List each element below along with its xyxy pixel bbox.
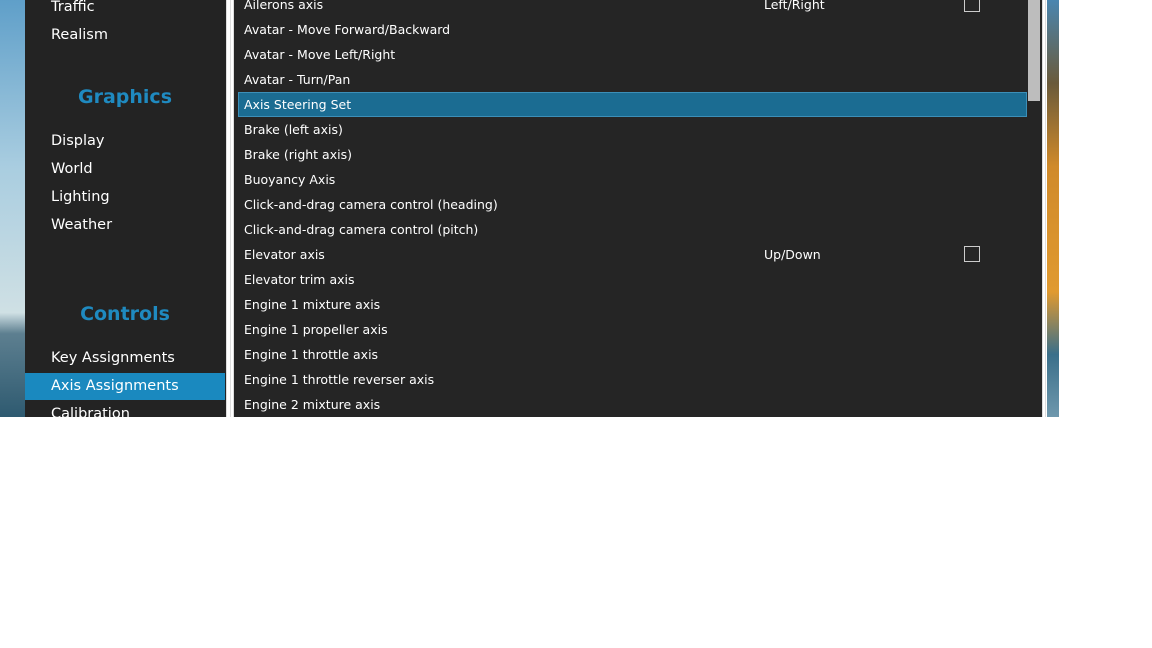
axis-row[interactable]: Avatar - Move Forward/Backward (238, 17, 1027, 42)
axis-row[interactable]: Brake (left axis) (238, 117, 1027, 142)
axis-name: Avatar - Move Forward/Backward (244, 22, 451, 37)
sidebar-item-calibration[interactable]: Calibration (25, 401, 225, 417)
axis-assignment-list: Ailerons axis Left/Right Avatar - Move For… (233, 0, 1043, 417)
reverse-checkbox[interactable] (964, 246, 980, 262)
background-image (0, 0, 25, 417)
axis-row[interactable]: Avatar - Turn/Pan (238, 67, 1027, 92)
divider (1045, 0, 1046, 417)
sidebar: Traffic Realism Graphics Display World Lighti… (25, 0, 227, 417)
axis-row[interactable]: Brake (right axis) (238, 142, 1027, 167)
sidebar-item-weather[interactable]: Weather (25, 212, 225, 239)
axis-row[interactable]: Ailerons axis Left/Right (238, 0, 1027, 17)
axis-name: Click-and-drag camera control (heading) (244, 197, 498, 212)
axis-name: Brake (right axis) (244, 147, 352, 162)
divider (230, 0, 231, 417)
axis-direction: Left/Right (764, 0, 825, 12)
axis-name: Avatar - Turn/Pan (244, 72, 351, 87)
axis-row[interactable]: Elevator trim axis (238, 267, 1027, 292)
sidebar-item-display[interactable]: Display (25, 128, 225, 155)
axis-name: Elevator trim axis (244, 272, 355, 287)
background-image (1047, 0, 1059, 417)
axis-name: Ailerons axis (244, 0, 324, 12)
axis-row[interactable]: Click-and-drag camera control (heading) (238, 192, 1027, 217)
axis-row[interactable]: Axis Steering Set (238, 92, 1027, 117)
axis-name: Engine 1 throttle reverser axis (244, 372, 435, 387)
sidebar-item-world[interactable]: World (25, 156, 225, 183)
reverse-checkbox[interactable] (964, 0, 980, 12)
axis-name: Buoyancy Axis (244, 172, 336, 187)
scrollbar-thumb[interactable] (1028, 0, 1040, 101)
axis-row[interactable]: Engine 1 throttle reverser axis (238, 367, 1027, 392)
axis-row[interactable]: Engine 1 mixture axis (238, 292, 1027, 317)
axis-row[interactable]: Buoyancy Axis (238, 167, 1027, 192)
axis-name: Elevator axis (244, 247, 325, 262)
sidebar-item-lighting[interactable]: Lighting (25, 184, 225, 211)
axis-name: Engine 2 mixture axis (244, 397, 381, 412)
axis-row[interactable]: Click-and-drag camera control (pitch) (238, 217, 1027, 242)
sidebar-item-realism[interactable]: Realism (25, 22, 225, 49)
axis-name: Engine 1 propeller axis (244, 322, 388, 337)
settings-window: Traffic Realism Graphics Display World Lighti… (0, 0, 1059, 417)
sidebar-item-axis-assignments[interactable]: Axis Assignments (25, 373, 225, 400)
axis-direction: Up/Down (764, 247, 821, 262)
axis-name: Engine 1 throttle axis (244, 347, 379, 362)
axis-name: Brake (left axis) (244, 122, 343, 137)
axis-row[interactable]: Engine 1 throttle axis (238, 342, 1027, 367)
sidebar-item-traffic[interactable]: Traffic (25, 0, 225, 21)
axis-row[interactable]: Engine 2 mixture axis (238, 392, 1027, 417)
axis-name: Click-and-drag camera control (pitch) (244, 222, 479, 237)
section-header-graphics: Graphics (78, 86, 172, 108)
sidebar-item-key-assignments[interactable]: Key Assignments (25, 345, 225, 372)
section-header-controls: Controls (80, 303, 170, 325)
axis-name: Avatar - Move Left/Right (244, 47, 396, 62)
axis-row[interactable]: Engine 1 propeller axis (238, 317, 1027, 342)
axis-row[interactable]: Elevator axis Up/Down (238, 242, 1027, 267)
axis-row[interactable]: Avatar - Move Left/Right (238, 42, 1027, 67)
axis-name: Axis Steering Set (244, 97, 352, 112)
axis-name: Engine 1 mixture axis (244, 297, 381, 312)
